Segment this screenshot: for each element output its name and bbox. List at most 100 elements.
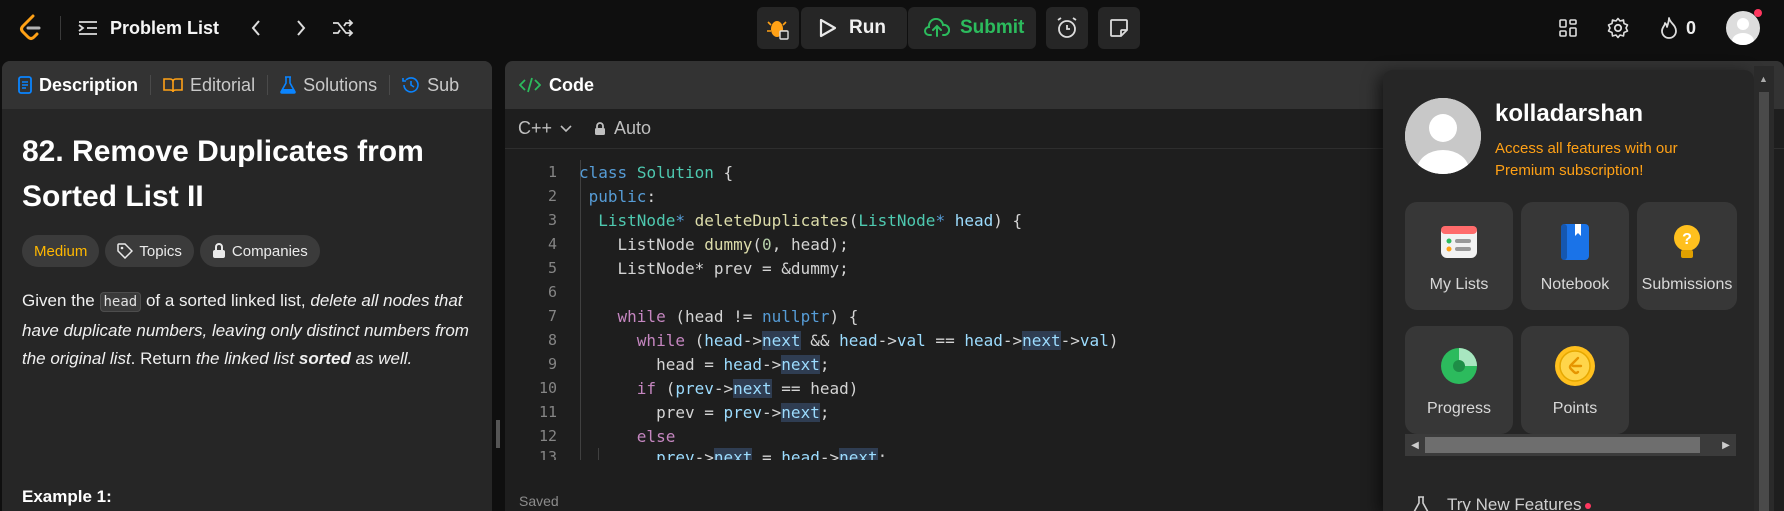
scroll-left-icon[interactable]: ◀ [1405,434,1425,456]
debug-button[interactable] [757,7,799,49]
code-text: ListNode dummy(0, head); [579,234,849,254]
premium-promo[interactable]: Access all features with our Premium sub… [1495,138,1705,182]
save-status: Saved [519,493,559,509]
profile-card[interactable]: kolladarshan Access all features with ou… [1405,98,1705,182]
submit-button[interactable]: Submit [908,7,1036,49]
language-select[interactable]: C++ [518,118,572,139]
timer-button[interactable] [1046,7,1088,49]
submissions-tile[interactable]: ? Submissions [1637,202,1737,310]
problem-tags: Medium Topics Companies [22,235,472,267]
tab-divider [267,75,269,95]
play-icon [819,18,837,38]
tab-solutions[interactable]: Solutions [280,75,377,96]
scrollbar-thumb[interactable] [1759,92,1769,511]
code-line: 6 [505,280,1385,304]
problem-list-label: Problem List [110,17,220,38]
line-number: 9 [547,355,557,373]
vertical-scrollbar[interactable]: ▲ [1754,66,1774,511]
line-number: 3 [547,211,557,229]
try-new-features-item[interactable]: Try New Features [1413,495,1592,511]
lightbulb-icon: ? [1665,220,1709,264]
tab-solutions-label: Solutions [303,74,378,95]
code-header-label: Code [549,74,594,95]
list-menu-icon [78,21,97,35]
tab-divider [150,75,152,95]
code-text: class Solution { [579,162,734,182]
cloud-upload-icon [924,18,950,37]
profile-avatar[interactable] [1405,98,1481,174]
code-line: 8 while (head->next && head->val == head… [505,328,1385,352]
code-editor[interactable]: 1 class Solution { 2 public: 3 ListNode* … [505,160,1385,460]
run-label: Run [849,17,886,38]
topics-button[interactable]: Topics [105,235,194,267]
topics-label: Topics [139,242,182,260]
my-lists-tile[interactable]: My Lists [1405,202,1513,310]
code-line: 9 head = head->next; [505,352,1385,376]
description-tabs: Description Editorial Solutions Sub [2,61,492,109]
note-icon [1110,19,1128,37]
companies-button[interactable]: Companies [199,235,320,267]
prev-problem-icon[interactable] [241,14,271,42]
username[interactable]: kolladarshan [1495,100,1705,128]
settings-gear-icon[interactable] [1606,14,1630,42]
code-line: 10 if (prev->next == head) [505,376,1385,400]
example-heading: Example 1: [22,487,112,506]
notebook-label: Notebook [1540,276,1610,293]
coin-icon [1553,344,1597,388]
scrollbar-thumb[interactable] [1425,437,1700,453]
problem-list-button[interactable]: Problem List [78,14,219,42]
run-button[interactable]: Run [801,7,907,49]
notes-button[interactable] [1098,7,1140,49]
description-icon [18,76,32,94]
tab-submissions-label: Sub [427,74,460,95]
next-problem-icon[interactable] [286,14,316,42]
line-number: 6 [547,283,557,301]
auto-mode[interactable]: Auto [594,118,651,139]
line-number: 1 [547,163,557,181]
layout-icon[interactable] [1556,14,1580,42]
desc-emphasis: the linked list [195,349,299,368]
tab-description[interactable]: Description [18,75,138,96]
difficulty-badge[interactable]: Medium [22,235,100,267]
panel-resize-handle[interactable] [496,420,500,448]
list-icon [1437,220,1481,264]
code-line: 12 else [505,424,1385,448]
flask-icon [1413,496,1429,511]
my-lists-label: My Lists [1429,276,1489,293]
auto-label: Auto [614,118,652,138]
fire-icon [1661,17,1677,39]
streak-counter[interactable]: 0 [1658,14,1698,42]
lock-icon [595,121,606,135]
scroll-up-icon[interactable]: ▲ [1759,74,1768,84]
horizontal-scrollbar[interactable]: ◀ ▶ [1405,434,1736,456]
line-number: 13 [538,448,557,460]
problem-title: 82. Remove Duplicates from Sorted List I… [22,135,424,213]
scroll-right-icon[interactable]: ▶ [1716,434,1736,456]
user-avatar-button[interactable] [1726,9,1762,45]
notebook-tile[interactable]: Notebook [1521,202,1629,310]
points-tile[interactable]: Points [1521,326,1629,434]
code-line: 7 while (head != nullptr) { [505,304,1385,328]
leetcode-logo-icon[interactable] [16,12,46,44]
svg-text:?: ? [1682,231,1692,248]
description-body: 82. Remove Duplicates from Sorted List I… [2,129,492,374]
progress-tile[interactable]: Progress [1405,326,1513,434]
top-navbar: Problem List Run Submit 0 [0,0,1784,56]
try-new-label: Try New Features [1447,495,1582,511]
code-text: if (prev->next == head) [636,378,859,398]
points-label: Points [1552,400,1598,417]
desc-text: of a sorted linked list, [141,291,311,310]
notebook-icon [1553,220,1597,264]
divider [60,16,61,40]
tab-divider [389,75,391,95]
tab-editorial[interactable]: Editorial [163,75,255,96]
bug-icon [767,21,789,40]
tab-description-label: Description [39,74,139,95]
chevron-down-icon [560,124,572,132]
inline-code: head [99,292,142,312]
submissions-label: Submissions [1641,276,1733,293]
tab-submissions[interactable]: Sub [402,75,459,96]
line-number: 2 [547,187,557,205]
history-icon [402,77,419,93]
shuffle-icon[interactable] [328,14,358,42]
